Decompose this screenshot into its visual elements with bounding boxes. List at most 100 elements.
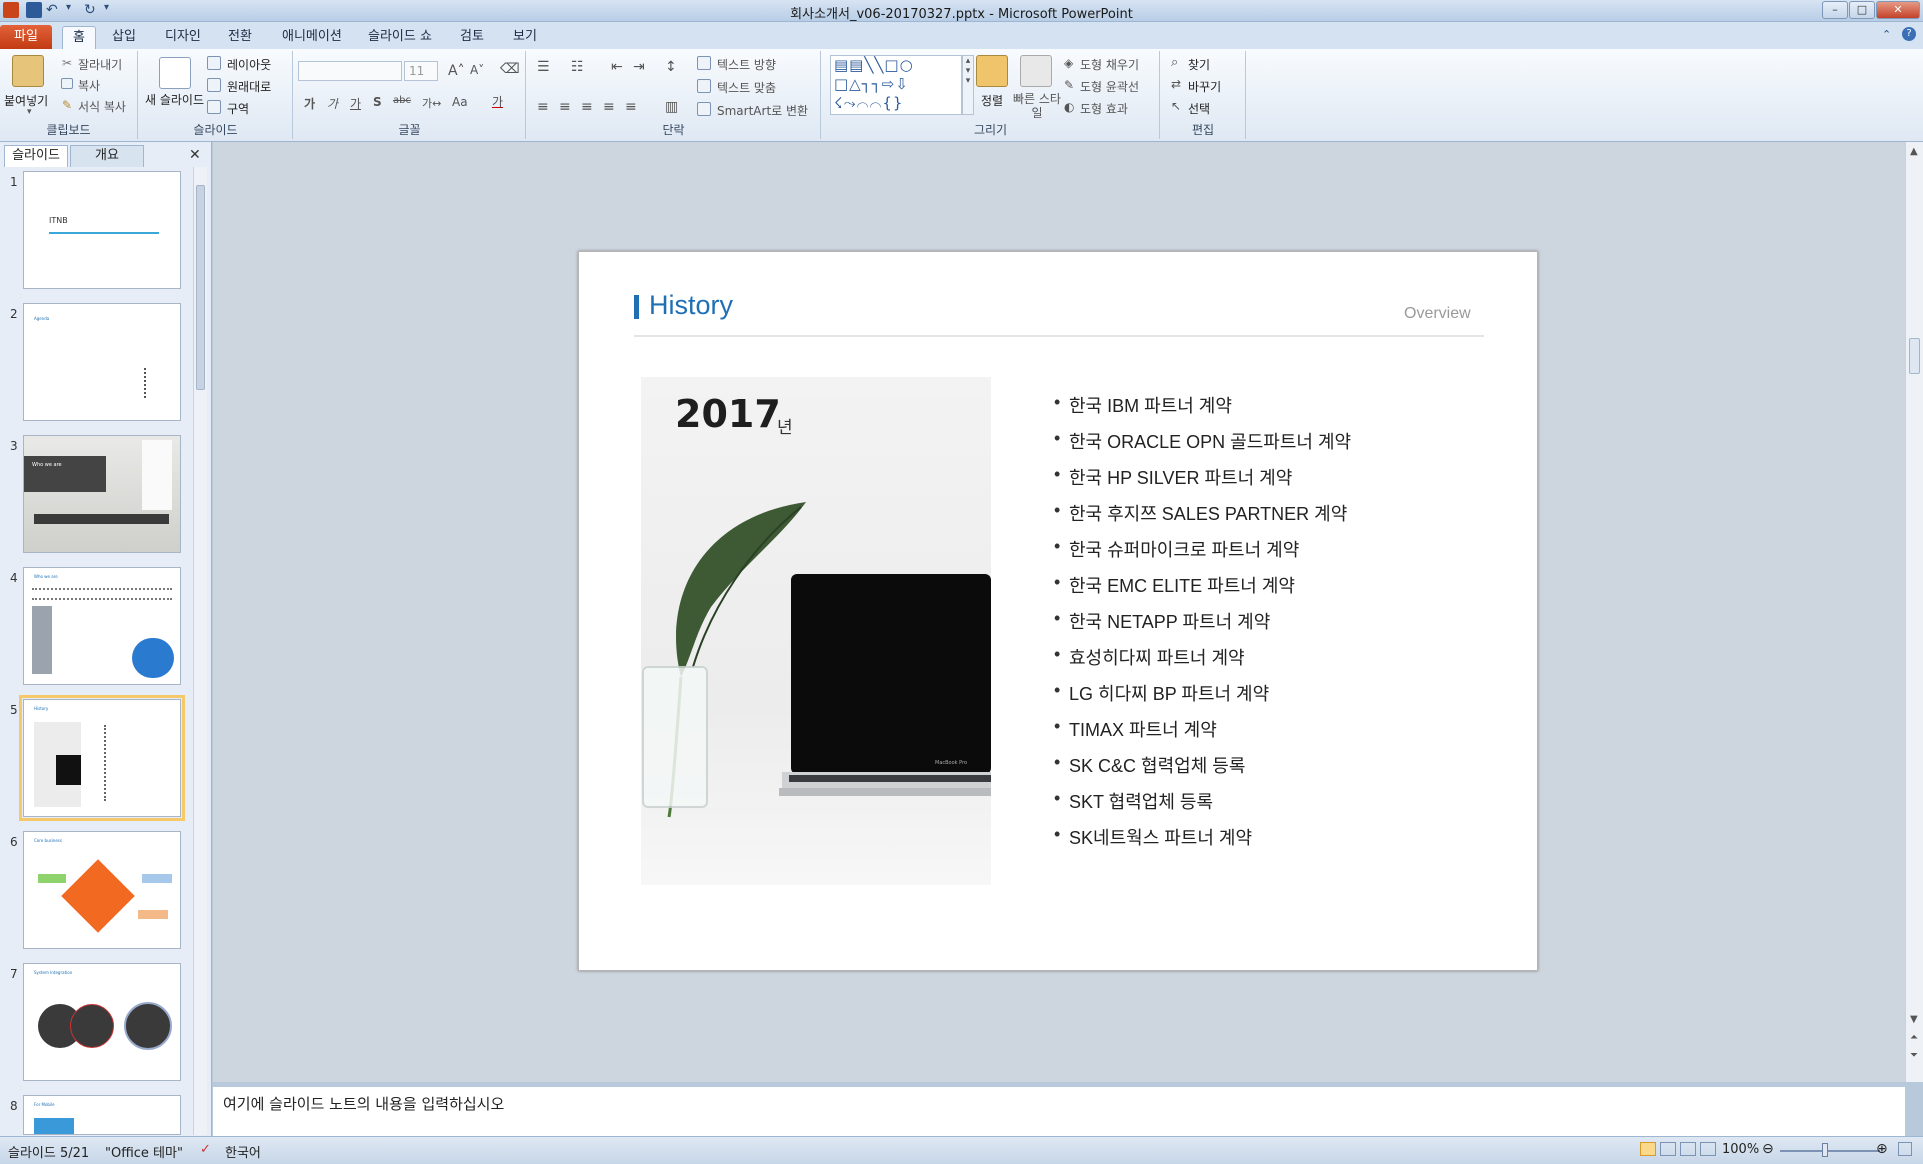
help-icon[interactable]: ? [1902, 27, 1916, 41]
shape-fill-button[interactable]: 도형 채우기 [1080, 56, 1139, 73]
section-button[interactable]: 구역 [227, 100, 249, 117]
new-slide-icon[interactable] [159, 57, 191, 89]
underline-button[interactable]: 가 [350, 95, 361, 112]
slide-thumbnail-6[interactable]: Core business [23, 831, 181, 949]
slide-thumbnail-2[interactable]: Agenda [23, 303, 181, 421]
scroll-up-icon[interactable]: ▲ [1910, 146, 1918, 157]
slide-sorter-icon[interactable] [1660, 1142, 1676, 1156]
numbering-icon[interactable]: ☷ [571, 59, 584, 75]
slide-canvas[interactable]: History Overview 2017 년 MacBook Pro 한국 I… [578, 251, 1538, 971]
tab-transitions[interactable]: 전환 [218, 26, 262, 49]
quick-styles-button[interactable]: 빠른 스타일 [1012, 92, 1062, 120]
copy-button[interactable]: 복사 [78, 77, 100, 94]
select-button[interactable]: 선택 [1188, 100, 1210, 117]
history-item[interactable]: 효성히다찌 파트너 계약 [1054, 644, 1245, 670]
align-text-button[interactable]: 텍스트 맞춤 [717, 79, 776, 96]
language-indicator[interactable]: 한국어 [225, 1142, 261, 1161]
slide-thumbnail-8[interactable]: For Mobile [23, 1095, 181, 1135]
line-spacing-icon[interactable]: ↕ [665, 59, 677, 75]
slide-title[interactable]: History [649, 290, 733, 321]
shrink-font-icon[interactable]: A˅ [470, 63, 484, 77]
change-case-button[interactable]: Aa [452, 95, 468, 109]
find-button[interactable]: 찾기 [1188, 56, 1210, 73]
arrange-button[interactable]: 정렬 [975, 92, 1009, 109]
tab-slides[interactable]: 슬라이드 [4, 145, 68, 167]
tab-slide-show[interactable]: 슬라이드 쇼 [358, 26, 442, 49]
tab-view[interactable]: 보기 [503, 26, 547, 49]
slide-thumbnail-1[interactable]: ITNB [23, 171, 181, 289]
history-item[interactable]: SK네트웍스 파트너 계약 [1054, 824, 1252, 850]
spellcheck-icon[interactable]: ✓ [200, 1142, 211, 1157]
cut-button[interactable]: 잘라내기 [78, 56, 122, 73]
slide-scrollbar[interactable]: ▲ ▼ ⏶ ⏷ [1905, 142, 1923, 1082]
distribute-icon[interactable]: ≡ [625, 99, 637, 115]
italic-button[interactable]: 가 [327, 95, 338, 112]
maximize-button[interactable]: □ [1849, 1, 1875, 19]
slide-thumbnail-3[interactable]: Who we are [23, 435, 181, 553]
smartart-button[interactable]: SmartArt로 변환 [717, 102, 808, 119]
history-item[interactable]: 한국 HP SILVER 파트너 계약 [1054, 464, 1292, 490]
align-left-icon[interactable]: ≡ [537, 99, 549, 115]
shape-outline-button[interactable]: 도형 윤곽선 [1080, 78, 1139, 95]
tab-outline[interactable]: 개요 [70, 145, 144, 167]
minimize-ribbon-icon[interactable]: ⌃ [1882, 28, 1891, 41]
reset-button[interactable]: 원래대로 [227, 78, 271, 95]
history-item[interactable]: LG 히다찌 BP 파트너 계약 [1054, 680, 1269, 706]
justify-icon[interactable]: ≡ [603, 99, 615, 115]
zoom-level[interactable]: 100% [1722, 1142, 1759, 1157]
slide-thumbnail-7[interactable]: System Integration [23, 963, 181, 1081]
thumbnail-scrollbar[interactable] [193, 167, 207, 1135]
increase-indent-icon[interactable]: ⇥ [633, 59, 645, 75]
history-item[interactable]: 한국 후지쯔 SALES PARTNER 계약 [1054, 500, 1347, 526]
close-button[interactable]: ✕ [1876, 1, 1920, 19]
text-direction-button[interactable]: 텍스트 방향 [717, 56, 776, 73]
zoom-in-icon[interactable]: ⊕ [1876, 1141, 1888, 1157]
clear-format-icon[interactable]: ⌫ [500, 61, 520, 77]
previous-slide-icon[interactable]: ⏶ [1910, 1032, 1918, 1043]
format-painter-button[interactable]: 서식 복사 [78, 98, 126, 115]
close-pane-icon[interactable]: ✕ [189, 147, 201, 163]
bullets-icon[interactable]: ☰ [537, 59, 550, 75]
fit-to-window-icon[interactable] [1898, 1142, 1912, 1156]
scroll-down-icon[interactable]: ▼ [1910, 1014, 1918, 1025]
theme-name[interactable]: "Office 테마" [105, 1142, 183, 1161]
shapes-more-icon[interactable]: ▴ ▾ ▾ [962, 55, 974, 115]
paste-icon[interactable] [12, 55, 44, 87]
history-item[interactable]: 한국 IBM 파트너 계약 [1054, 392, 1232, 418]
minimize-button[interactable]: – [1822, 1, 1848, 19]
layout-button[interactable]: 레이아웃 [227, 56, 271, 73]
laptop-photo[interactable]: 2017 년 MacBook Pro [641, 377, 991, 885]
zoom-out-icon[interactable]: ⊖ [1762, 1141, 1774, 1157]
align-center-icon[interactable]: ≡ [559, 99, 571, 115]
chevron-down-icon[interactable]: ▾ [27, 107, 32, 117]
char-spacing-icon[interactable]: 가↔ [422, 95, 441, 111]
slide-thumbnail-5[interactable]: History [19, 695, 185, 821]
history-item[interactable]: SK C&C 협력업체 등록 [1054, 752, 1245, 778]
slide-show-icon[interactable] [1700, 1142, 1716, 1156]
normal-view-icon[interactable] [1640, 1142, 1656, 1156]
notes-placeholder[interactable]: 여기에 슬라이드 노트의 내용을 입력하십시오 [223, 1095, 504, 1113]
tab-animations[interactable]: 애니메이션 [272, 26, 352, 49]
font-name-dropdown[interactable] [298, 61, 402, 81]
shadow-button[interactable]: S [373, 95, 382, 109]
reading-view-icon[interactable] [1680, 1142, 1696, 1156]
next-slide-icon[interactable]: ⏷ [1910, 1050, 1918, 1061]
slide-thumbnail-4[interactable]: Who we are [23, 567, 181, 685]
tab-review[interactable]: 검토 [450, 26, 494, 49]
history-item[interactable]: 한국 슈퍼마이크로 파트너 계약 [1054, 536, 1299, 562]
tab-file[interactable]: 파일 [0, 25, 52, 49]
zoom-slider-thumb[interactable] [1822, 1143, 1828, 1157]
slide-section-label[interactable]: Overview [1404, 305, 1471, 323]
scroll-thumb[interactable] [1909, 338, 1920, 374]
columns-icon[interactable]: ▥ [665, 99, 678, 115]
history-item[interactable]: 한국 NETAPP 파트너 계약 [1054, 608, 1270, 634]
tab-design[interactable]: 디자인 [155, 26, 211, 49]
history-item[interactable]: TIMAX 파트너 계약 [1054, 716, 1217, 742]
scroll-thumb[interactable] [196, 185, 205, 390]
font-size-dropdown[interactable]: 11 [404, 61, 438, 81]
zoom-slider[interactable] [1780, 1150, 1880, 1152]
history-item[interactable]: 한국 ORACLE OPN 골드파트너 계약 [1054, 428, 1351, 454]
notes-pane[interactable]: 여기에 슬라이드 노트의 내용을 입력하십시오 [213, 1084, 1905, 1136]
bold-button[interactable]: 가 [304, 95, 315, 112]
history-item[interactable]: 한국 EMC ELITE 파트너 계약 [1054, 572, 1295, 598]
